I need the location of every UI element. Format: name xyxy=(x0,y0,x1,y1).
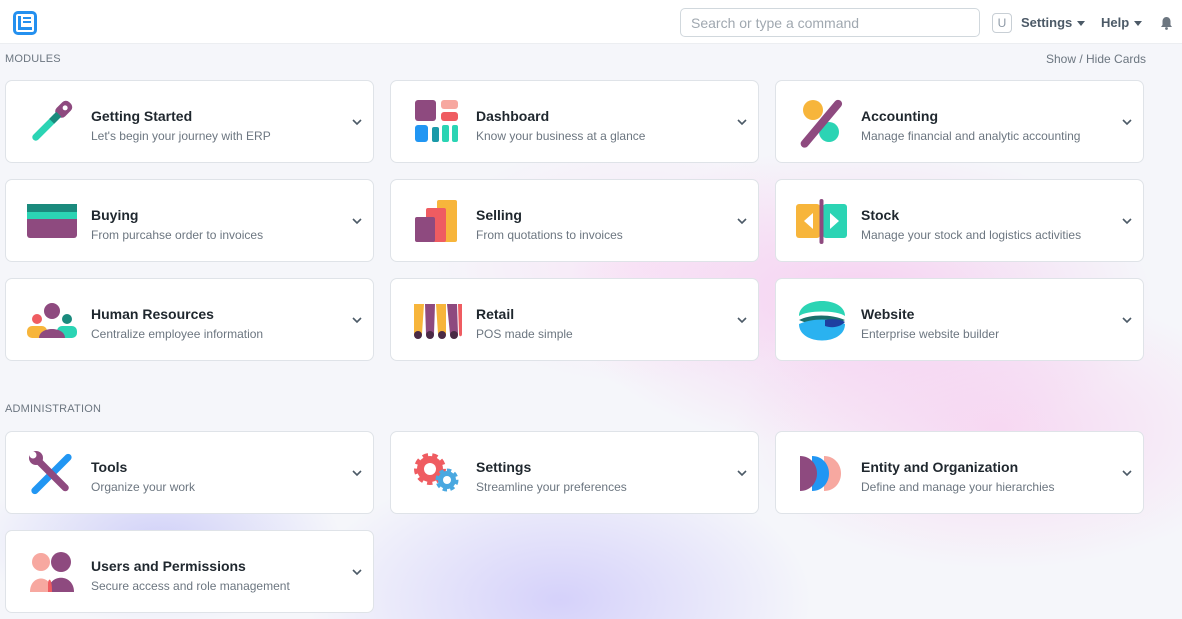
card-accounting[interactable]: Accounting Manage financial and analytic… xyxy=(775,80,1144,163)
card-title: Entity and Organization xyxy=(861,459,1019,475)
card-title: Selling xyxy=(476,207,522,223)
card-retail[interactable]: Retail POS made simple xyxy=(390,278,759,361)
tools-icon xyxy=(21,443,82,504)
entity-icon xyxy=(791,443,852,504)
card-description: Centralize employee information xyxy=(91,327,264,341)
card-description: Let's begin your journey with ERP xyxy=(91,129,271,143)
card-title: Buying xyxy=(91,207,139,223)
chevron-down-icon[interactable] xyxy=(736,468,748,478)
card-entity-and-organization[interactable]: Entity and Organization Define and manag… xyxy=(775,431,1144,514)
people-icon xyxy=(21,290,82,351)
chevron-down-icon[interactable] xyxy=(1121,468,1133,478)
chevron-down-icon[interactable] xyxy=(1121,315,1133,325)
card-title: Human Resources xyxy=(91,306,214,322)
help-dropdown-label: Help xyxy=(1101,15,1130,30)
shop-awning-icon xyxy=(406,290,467,351)
card-title: Dashboard xyxy=(476,108,550,124)
chevron-down-icon[interactable] xyxy=(351,315,363,325)
chevron-down-icon[interactable] xyxy=(736,117,748,127)
card-selling[interactable]: Selling From quotations to invoices xyxy=(390,179,759,262)
modules-heading: MODULES xyxy=(5,53,61,65)
card-description: Organize your work xyxy=(91,480,196,494)
card-dashboard[interactable]: Dashboard Know your business at a glance xyxy=(390,80,759,163)
card-title: Getting Started xyxy=(91,108,193,124)
chevron-down-icon[interactable] xyxy=(1121,117,1133,127)
card-description: Manage financial and analytic accounting xyxy=(861,129,1081,143)
card-tools[interactable]: Tools Organize your work xyxy=(5,431,374,514)
card-title: Settings xyxy=(476,459,532,475)
bar-chart-icon xyxy=(406,191,467,252)
chevron-down-icon[interactable] xyxy=(1121,216,1133,226)
help-dropdown[interactable]: Help xyxy=(1101,15,1143,30)
card-users-and-permissions[interactable]: Users and Permissions Secure access and … xyxy=(5,530,374,613)
credit-card-icon xyxy=(21,191,82,252)
users-icon xyxy=(21,542,82,603)
search-input[interactable] xyxy=(680,8,980,37)
chevron-down-icon[interactable] xyxy=(351,567,363,577)
card-description: Manage your stock and logistics activiti… xyxy=(861,228,1082,242)
administration-heading: ADMINISTRATION xyxy=(5,403,102,415)
card-description: POS made simple xyxy=(476,327,573,341)
stock-arrows-icon xyxy=(791,191,852,252)
show-hide-cards-link[interactable]: Show / Hide Cards xyxy=(1046,52,1146,66)
card-title: Tools xyxy=(91,459,128,475)
card-description: Define and manage your hierarchies xyxy=(861,480,1055,494)
card-human-resources[interactable]: Human Resources Centralize employee info… xyxy=(5,278,374,361)
bell-icon[interactable] xyxy=(1160,16,1173,30)
dashboard-icon xyxy=(406,92,467,153)
card-title: Website xyxy=(861,306,915,322)
chevron-down-icon[interactable] xyxy=(736,315,748,325)
card-title: Users and Permissions xyxy=(91,558,246,574)
card-stock[interactable]: Stock Manage your stock and logistics ac… xyxy=(775,179,1144,262)
settings-dropdown[interactable]: Settings xyxy=(1021,15,1086,30)
caret-down-icon xyxy=(1134,21,1143,27)
gears-icon xyxy=(406,443,467,504)
navbar: U Settings Help xyxy=(0,0,1182,44)
card-settings[interactable]: Settings Streamline your preferences xyxy=(390,431,759,514)
settings-dropdown-label: Settings xyxy=(1021,15,1073,30)
caret-down-icon xyxy=(1077,21,1086,27)
card-website[interactable]: Website Enterprise website builder xyxy=(775,278,1144,361)
card-buying[interactable]: Buying From purcahse order to invoices xyxy=(5,179,374,262)
card-description: Enterprise website builder xyxy=(861,327,1000,341)
percent-icon xyxy=(791,92,852,153)
card-title: Retail xyxy=(476,306,515,322)
card-description: From purcahse order to invoices xyxy=(91,228,264,242)
card-description: Streamline your preferences xyxy=(476,480,627,494)
globe-waves-icon xyxy=(791,290,852,351)
chevron-down-icon[interactable] xyxy=(351,216,363,226)
key-icon xyxy=(21,92,82,153)
card-description: Know your business at a glance xyxy=(476,129,646,143)
chevron-down-icon[interactable] xyxy=(736,216,748,226)
chevron-down-icon[interactable] xyxy=(351,117,363,127)
card-getting-started[interactable]: Getting Started Let's begin your journey… xyxy=(5,80,374,163)
card-title: Accounting xyxy=(861,108,938,124)
app-logo-icon[interactable] xyxy=(12,10,38,36)
card-description: Secure access and role management xyxy=(91,579,290,593)
chevron-down-icon[interactable] xyxy=(351,468,363,478)
card-description: From quotations to invoices xyxy=(476,228,623,242)
avatar[interactable]: U xyxy=(992,13,1012,33)
card-title: Stock xyxy=(861,207,900,223)
